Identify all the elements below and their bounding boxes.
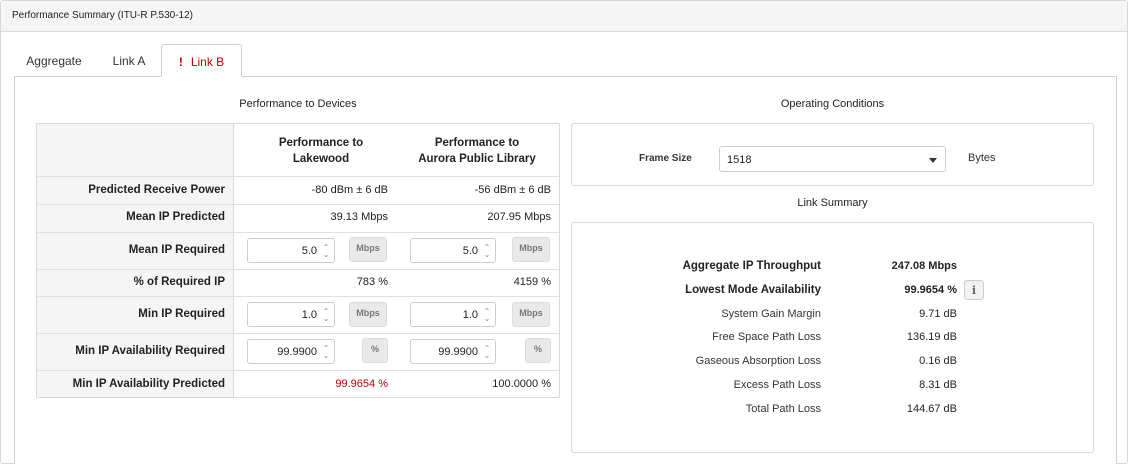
aurora-mean-ip-required-input[interactable]: 5.0 ⌃ ⌄ [410,238,496,263]
lakewood-min-ip-required-input[interactable]: 1.0 ⌃ ⌄ [247,302,335,327]
spinner-icon[interactable]: ⌃ ⌄ [482,308,492,323]
row-label-mean-ip-required: Mean IP Required [128,244,225,256]
row-label-min-ip-availability-required: Min IP Availability Required [75,345,225,357]
row-label-pct-required-ip: % of Required IP [133,276,225,288]
row-label-predicted-receive-power: Predicted Receive Power [88,184,225,196]
row-label-mean-ip-predicted: Mean IP Predicted [126,211,225,223]
tab-label: Link B [190,55,225,69]
ls-label-system-gain-margin: System Gain Margin [721,308,821,320]
input-value: 1.0 [462,309,478,321]
aurora-pct-required-ip: 4159 % [513,276,551,288]
column-header-lakewood: Performance to Lakewood [278,137,364,165]
row-label-min-ip-required: Min IP Required [138,308,225,320]
ls-label-gaseous-absorption-loss: Gaseous Absorption Loss [695,355,821,367]
frame-size-select[interactable]: 1518 [719,146,946,172]
spinner-icon[interactable]: ⌃ ⌄ [482,244,492,259]
spinner-icon[interactable]: ⌃ ⌄ [321,244,331,259]
spinner-icon[interactable]: ⌃ ⌄ [321,308,331,323]
row-label-min-ip-availability-predicted: Min IP Availability Predicted [72,378,225,390]
input-value: 5.0 [301,245,317,257]
info-icon[interactable]: i [964,280,984,300]
warning-icon: ! [178,55,183,69]
ls-value-aggregate-ip-throughput: 247.08 Mbps [891,260,957,272]
tab-link-a[interactable]: Link A [98,44,160,77]
ls-label-aggregate-ip-throughput: Aggregate IP Throughput [682,260,821,272]
tab-label: Aggregate [26,54,82,68]
frame-size-unit: Bytes [968,152,996,164]
ls-label-total-path-loss: Total Path Loss [745,403,821,415]
aurora-receive-power: -56 dBm ± 6 dB [474,184,551,196]
tab-content: Performance to Devices Performance to La… [14,76,1117,464]
lakewood-mean-ip-predicted: 39.13 Mbps [330,211,388,223]
ls-value-system-gain-margin: 9.71 dB [919,308,957,320]
frame-size-label: Frame Size [639,153,692,164]
tab-link-b[interactable]: ! Link B [161,44,242,77]
input-value: 5.0 [462,245,478,257]
column-header-aurora: Performance to Aurora Public Library [418,137,536,165]
aurora-min-ip-required-input[interactable]: 1.0 ⌃ ⌄ [410,302,496,327]
lakewood-availability-predicted: 99.9654 % [335,378,388,390]
lakewood-availability-unit[interactable]: % [362,338,388,363]
operating-conditions-title: Operating Conditions [780,98,885,110]
ls-value-gaseous-absorption-loss: 0.16 dB [919,355,957,367]
ls-value-excess-path-loss: 8.31 dB [919,379,957,391]
ls-label-free-space-path-loss: Free Space Path Loss [712,331,821,343]
input-value: 99.9900 [438,346,478,358]
spinner-icon[interactable]: ⌃ ⌄ [482,345,492,360]
spinner-icon[interactable]: ⌃ ⌄ [321,345,331,360]
performance-summary-panel: Performance Summary (ITU-R P.530-12) Agg… [0,0,1128,464]
lakewood-mean-ip-unit[interactable]: Mbps [349,237,387,262]
ls-value-lowest-mode-availability: 99.9654 % [904,284,957,296]
link-summary-box: Aggregate IP Throughput 247.08 Mbps Lowe… [571,222,1094,453]
frame-size-value: 1518 [727,154,752,166]
aurora-min-ip-unit[interactable]: Mbps [512,302,550,327]
input-value: 1.0 [301,309,317,321]
tab-label: Link A [112,54,146,68]
ls-label-lowest-mode-availability: Lowest Mode Availability [685,284,821,296]
link-summary-title: Link Summary [797,197,868,209]
aurora-min-ip-availability-input[interactable]: 99.9900 ⌃ ⌄ [410,339,496,364]
lakewood-receive-power: -80 dBm ± 6 dB [311,184,388,196]
performance-table: Performance to Lakewood Performance to A… [36,123,560,398]
lakewood-min-ip-unit[interactable]: Mbps [349,302,387,327]
tab-aggregate[interactable]: Aggregate [14,44,94,77]
aurora-availability-predicted: 100.0000 % [492,378,551,390]
ls-label-excess-path-loss: Excess Path Loss [733,379,821,391]
chevron-down-icon [929,158,937,163]
aurora-mean-ip-predicted: 207.95 Mbps [487,211,551,223]
aurora-mean-ip-unit[interactable]: Mbps [512,237,550,262]
lakewood-pct-required-ip: 783 % [356,276,388,288]
panel-title: Performance Summary (ITU-R P.530-12) [1,1,1127,32]
ls-value-total-path-loss: 144.67 dB [906,403,957,415]
input-value: 99.9900 [277,346,317,358]
operating-conditions-box: Frame Size 1518 Bytes [571,123,1094,186]
ls-value-free-space-path-loss: 136.19 dB [906,331,957,343]
performance-to-devices-title: Performance to Devices [239,98,357,110]
aurora-availability-unit[interactable]: % [525,338,551,363]
lakewood-mean-ip-required-input[interactable]: 5.0 ⌃ ⌄ [247,238,335,263]
lakewood-min-ip-availability-input[interactable]: 99.9900 ⌃ ⌄ [247,339,335,364]
